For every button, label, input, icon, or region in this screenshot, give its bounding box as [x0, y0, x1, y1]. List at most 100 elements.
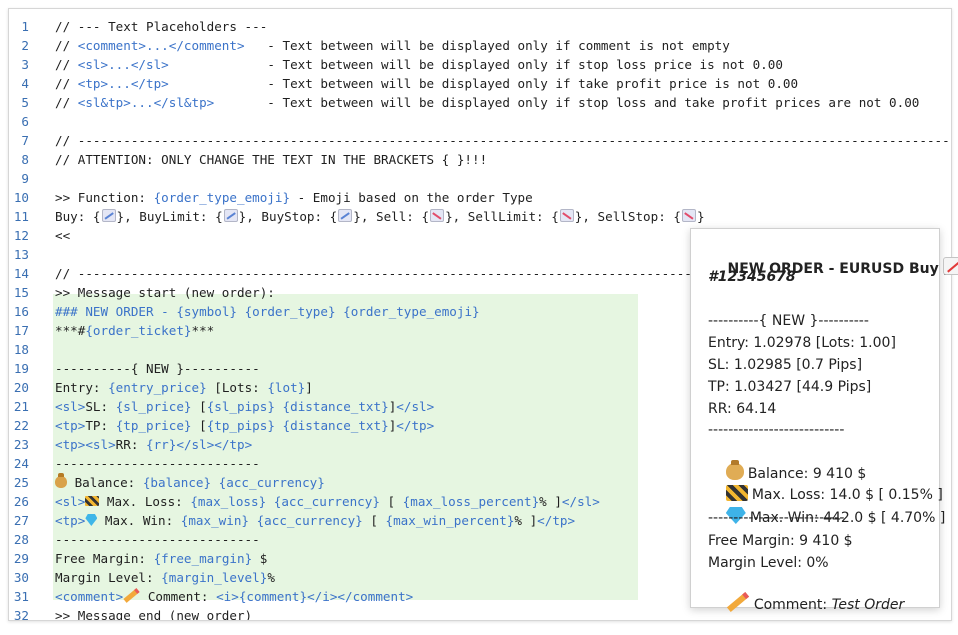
- line-number: 22: [13, 418, 29, 433]
- line-number: 9: [21, 171, 29, 186]
- line-number: 24: [13, 456, 29, 471]
- chart-decreasing-icon: [430, 209, 445, 222]
- line-number: 14: [13, 266, 29, 281]
- code-token: }, BuyLimit: {: [116, 209, 223, 224]
- placeholder-token: {order_ticket}: [85, 323, 192, 338]
- code-token: ---------------------------: [55, 456, 260, 471]
- placeholder-token: <i>: [216, 589, 239, 604]
- code-token: Max. Win:: [97, 513, 181, 528]
- code-token: - Text between will be displayed only if…: [214, 95, 920, 110]
- preview-separator: ---------------------------: [708, 422, 845, 438]
- code-token: //: [55, 57, 78, 72]
- code-text: <tp><sl>RR: {rr}</sl></tp>: [55, 435, 252, 454]
- code-token: % ]: [514, 513, 538, 528]
- code-text: ***#{order_ticket}***: [55, 321, 214, 340]
- pencil-icon: [123, 588, 140, 603]
- preview-entry: Entry: 1.02978 [Lots: 1.00]: [708, 335, 896, 351]
- code-token: % ]: [539, 494, 562, 509]
- line-number: 15: [13, 285, 29, 300]
- placeholder-token: {comment}: [238, 589, 308, 604]
- code-text: >> Message end (new order): [55, 606, 253, 621]
- code-text: <sl>SL: {sl_price} [{sl_pips} {distance_…: [55, 397, 434, 416]
- code-text: // <tp>...</tp> - Text between will be d…: [55, 74, 798, 93]
- placeholder-token: {symbol} {order_type} {order_type_emoji}: [176, 304, 480, 319]
- code-token: - Text between will be displayed only if…: [168, 76, 799, 91]
- line-number: 12: [13, 228, 29, 243]
- placeholder-token: {max_loss}: [190, 494, 267, 509]
- line-number: 6: [21, 114, 29, 129]
- code-token: ----------{ NEW }----------: [55, 361, 260, 376]
- placeholder-token: {lot}: [267, 380, 306, 395]
- line-number: 25: [13, 475, 29, 490]
- line-number: 32: [13, 608, 29, 621]
- placeholder-token: <tp>: [55, 513, 86, 528]
- code-token: // --- Text Placeholders ---: [55, 19, 268, 34]
- message-preview-panel: NEW ORDER - EURUSD Buy #12345678 -------…: [690, 228, 958, 613]
- line-number: 7: [21, 133, 29, 148]
- placeholder-token: <comment>...</comment>: [77, 38, 245, 53]
- placeholder-token: <tp>: [55, 418, 86, 433]
- line-number: 28: [13, 532, 29, 547]
- code-token: Buy: {: [55, 209, 101, 224]
- line-number: 4: [21, 76, 29, 91]
- code-text: // -------------------------------------…: [55, 131, 952, 150]
- preview-comment-row: Comment: Test Order: [708, 575, 904, 635]
- code-text: // <sl&tp>...</sl&tp> - Text between wil…: [55, 93, 919, 112]
- code-text: Free Margin: {free_margin} $: [55, 549, 267, 568]
- code-text: // <sl>...</sl> - Text between will be d…: [55, 55, 783, 74]
- line-number: 2: [21, 38, 29, 53]
- code-text: Balance: {balance} {acc_currency}: [55, 473, 325, 492]
- code-token: $: [252, 551, 268, 566]
- code-text: <<: [55, 226, 70, 245]
- pencil-icon: [726, 591, 749, 613]
- code-token: [Lots:: [206, 380, 268, 395]
- code-token: [: [191, 399, 207, 414]
- chart-increasing-icon: [942, 257, 958, 275]
- code-token: Free Margin:: [55, 551, 154, 566]
- code-token: // -------------------------------------…: [55, 133, 952, 148]
- code-text: ---------------------------: [55, 530, 260, 549]
- preview-ticket: #12345678: [708, 269, 796, 285]
- preview-comment-label: Comment:: [753, 597, 832, 613]
- code-token: RR:: [115, 437, 147, 452]
- preview-sl: SL: 1.02985 [0.7 Pips]: [708, 357, 863, 373]
- code-text: Buy: {}, BuyLimit: {}, BuyStop: {}, Sell…: [55, 207, 705, 226]
- code-text: // ATTENTION: ONLY CHANGE THE TEXT IN TH…: [55, 150, 487, 169]
- construction-barrier-icon: [85, 496, 100, 506]
- money-bag-icon: [55, 473, 67, 488]
- chart-decreasing-icon: [559, 209, 574, 222]
- code-text: ----------{ NEW }----------: [55, 359, 260, 378]
- placeholder-token: {distance_txt}: [282, 399, 389, 414]
- code-token: //: [55, 38, 78, 53]
- code-token: >> Message end (new order): [55, 608, 253, 621]
- code-text: // --- Text Placeholders ---: [55, 17, 267, 36]
- code-token: >> Function:: [55, 190, 154, 205]
- placeholder-token: {order_type_emoji}: [153, 190, 291, 205]
- line-number: 21: [13, 399, 29, 414]
- line-number: 10: [13, 190, 29, 205]
- code-token: <<: [55, 228, 71, 243]
- code-text: <tp> Max. Win: {max_win} {acc_currency} …: [55, 511, 575, 530]
- code-token: //: [55, 95, 78, 110]
- code-token: }, SellStop: {: [574, 209, 681, 224]
- chart-increasing-icon: [223, 209, 238, 222]
- placeholder-token: </sl>: [561, 494, 600, 509]
- code-text: <sl> Max. Loss: {max_loss} {acc_currency…: [55, 492, 600, 511]
- code-token: - Emoji based on the order Type: [290, 190, 533, 205]
- placeholder-token: {acc_currency}: [256, 513, 363, 528]
- code-text: >> Function: {order_type_emoji} - Emoji …: [55, 188, 533, 207]
- placeholder-token: {tp_price}: [115, 418, 192, 433]
- chart-decreasing-icon: [681, 209, 696, 222]
- preview-rr: RR: 64.14: [708, 401, 777, 417]
- placeholder-token: {max_loss_percent}: [402, 494, 540, 509]
- code-token: >> Message start (new order):: [55, 285, 275, 300]
- placeholder-token: {acc_currency}: [218, 475, 325, 490]
- placeholder-token: {tp_pips}: [206, 418, 275, 433]
- code-text: >> Message start (new order):: [55, 283, 275, 302]
- placeholder-token: {max_win}: [180, 513, 249, 528]
- placeholder-token: </tp>: [396, 418, 435, 433]
- code-token: }, SellLimit: {: [445, 209, 559, 224]
- preview-separator-new: ----------{ NEW }----------: [708, 313, 869, 329]
- line-number: 23: [13, 437, 29, 452]
- line-number: 26: [13, 494, 29, 509]
